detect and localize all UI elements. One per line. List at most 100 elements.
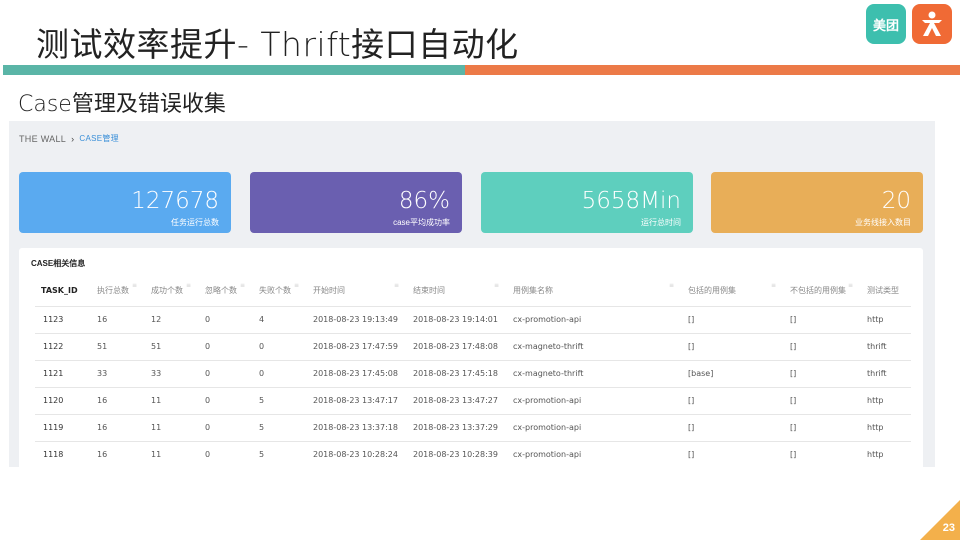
table-cell: [] — [682, 441, 784, 467]
table-row[interactable]: 1122 51 51 0 0 2018-08-23 17:47:59 2018-08-23 … — [35, 333, 911, 361]
section-title: Case管理及错误收集 — [18, 92, 226, 117]
table-cell: 2018-08-23 13:37:18 — [307, 414, 407, 442]
column-header-label: 不包括的用例集 — [790, 286, 846, 296]
case-management-screenshot: THE WALL › CASE管理 127678 任务运行总数 86% case… — [9, 121, 935, 467]
table-row[interactable]: 1120 16 11 0 5 2018-08-23 13:47:17 2018-08-23 … — [35, 387, 911, 415]
case-table: TASK_ID 执行总数 ≡ 成功个数 ≡ 忽略个数 ≡ 失败个数 ≡ 开始时间 ≡ 结束时间 ≡ 用例集… — [35, 276, 911, 467]
case-info-panel: CASE相关信息 TASK_ID 执行总数 ≡ 成功个数 ≡ 忽略个数 ≡ 失败个数 ≡ 开始时间… — [19, 248, 923, 467]
table-cell: cx-magneto-thrift — [507, 360, 682, 388]
table-cell: 0 — [199, 360, 253, 388]
table-cell: 0 — [253, 333, 307, 361]
table-cell: 5 — [253, 441, 307, 467]
column-header[interactable]: 用例集名称 ≡ — [507, 276, 682, 307]
table-cell: 33 — [91, 360, 145, 388]
table-cell: 16 — [91, 387, 145, 415]
breadcrumb-current: CASE管理 — [79, 134, 119, 143]
table-cell: thrift — [861, 360, 911, 388]
title-underline-green — [3, 65, 465, 75]
panel-title: CASE相关信息 — [31, 259, 86, 268]
sort-icon[interactable]: ≡ — [240, 282, 245, 289]
table-cell: 2018-08-23 17:45:08 — [307, 360, 407, 388]
table-cell: 51 — [145, 333, 199, 361]
column-header[interactable]: 结束时间 ≡ — [407, 276, 507, 307]
sort-icon[interactable]: ≡ — [132, 282, 137, 289]
column-header-label: 成功个数 — [151, 286, 183, 296]
breadcrumb-chevron-icon: › — [71, 133, 75, 144]
table-cell: 5 — [253, 414, 307, 442]
stat-label: case平均成功率 — [393, 218, 450, 227]
column-header[interactable]: 测试类型 — [861, 276, 911, 307]
column-header[interactable]: 开始时间 ≡ — [307, 276, 407, 307]
table-cell: [] — [784, 387, 861, 415]
column-header[interactable]: 忽略个数 ≡ — [199, 276, 253, 307]
table-row[interactable]: 1123 16 12 0 4 2018-08-23 19:13:49 2018-08-23 … — [35, 306, 911, 334]
column-header-label: 包括的用例集 — [688, 286, 736, 296]
sort-icon[interactable]: ≡ — [771, 282, 776, 289]
sort-icon[interactable]: ≡ — [186, 282, 191, 289]
column-header-label: 测试类型 — [867, 286, 899, 296]
page-number: 23 — [942, 522, 955, 534]
table-cell: 4 — [253, 306, 307, 334]
dianping-person-icon — [922, 11, 942, 36]
table-cell: thrift — [861, 333, 911, 361]
meituan-logo: 美团 — [866, 4, 906, 44]
table-cell: 0 — [253, 360, 307, 388]
table-cell: 1119 — [35, 414, 91, 442]
table-cell: 16 — [91, 306, 145, 334]
table-cell: 2018-08-23 17:48:08 — [407, 333, 507, 361]
title-underline-orange — [465, 65, 960, 75]
table-cell: cx-promotion-api — [507, 387, 682, 415]
sort-icon[interactable]: ≡ — [394, 282, 399, 289]
table-cell: http — [861, 387, 911, 415]
table-row[interactable]: 1119 16 11 0 5 2018-08-23 13:37:18 2018-08-23 … — [35, 414, 911, 442]
column-header[interactable]: TASK_ID — [35, 276, 91, 307]
table-cell: 0 — [199, 414, 253, 442]
column-header[interactable]: 不包括的用例集 ≡ — [784, 276, 861, 307]
column-header-label: TASK_ID — [41, 286, 78, 296]
column-header-label: 忽略个数 — [205, 286, 237, 296]
table-cell: [] — [682, 306, 784, 334]
table-row[interactable]: 1118 16 11 0 5 2018-08-23 10:28:24 2018-08-23 … — [35, 441, 911, 467]
column-header-label: 用例集名称 — [513, 286, 553, 296]
table-cell: 11 — [145, 387, 199, 415]
table-cell: 2018-08-23 13:47:17 — [307, 387, 407, 415]
stat-value: 20 — [881, 188, 911, 214]
dianping-logo — [912, 4, 952, 44]
stat-label: 运行总时间 — [641, 218, 681, 227]
stat-value: 127678 — [131, 188, 219, 214]
column-header[interactable]: 执行总数 ≡ — [91, 276, 145, 307]
table-cell: 16 — [91, 414, 145, 442]
table-cell: 2018-08-23 17:47:59 — [307, 333, 407, 361]
table-cell: 0 — [199, 387, 253, 415]
sort-icon[interactable]: ≡ — [669, 282, 674, 289]
table-cell: cx-promotion-api — [507, 441, 682, 467]
table-cell: 1120 — [35, 387, 91, 415]
table-cell: 1121 — [35, 360, 91, 388]
table-cell: 2018-08-23 17:45:18 — [407, 360, 507, 388]
table-cell: 0 — [199, 306, 253, 334]
stat-label: 任务运行总数 — [171, 218, 219, 227]
slide-title: 测试效率提升- Thrift接口自动化 — [36, 25, 519, 64]
table-cell: cx-promotion-api — [507, 414, 682, 442]
column-header-label: 开始时间 — [313, 286, 345, 296]
page-number-badge: 23 — [920, 500, 960, 540]
table-cell: [base] — [682, 360, 784, 388]
sort-icon[interactable]: ≡ — [494, 282, 499, 289]
stat-value: 86% — [398, 188, 450, 214]
column-header[interactable]: 包括的用例集 ≡ — [682, 276, 784, 307]
column-header[interactable]: 失败个数 ≡ — [253, 276, 307, 307]
table-cell: 2018-08-23 19:13:49 — [307, 306, 407, 334]
table-cell: 1122 — [35, 333, 91, 361]
sort-icon[interactable]: ≡ — [294, 282, 299, 289]
table-cell: http — [861, 414, 911, 442]
table-row[interactable]: 1121 33 33 0 0 2018-08-23 17:45:08 2018-08-23 … — [35, 360, 911, 388]
table-cell: http — [861, 441, 911, 467]
sort-icon[interactable]: ≡ — [848, 282, 853, 289]
breadcrumb-root[interactable]: THE WALL — [19, 134, 66, 144]
table-cell: [] — [682, 387, 784, 415]
table-cell: [] — [784, 360, 861, 388]
table-cell: 0 — [199, 333, 253, 361]
column-header[interactable]: 成功个数 ≡ — [145, 276, 199, 307]
table-cell: 11 — [145, 441, 199, 467]
table-cell: 33 — [145, 360, 199, 388]
